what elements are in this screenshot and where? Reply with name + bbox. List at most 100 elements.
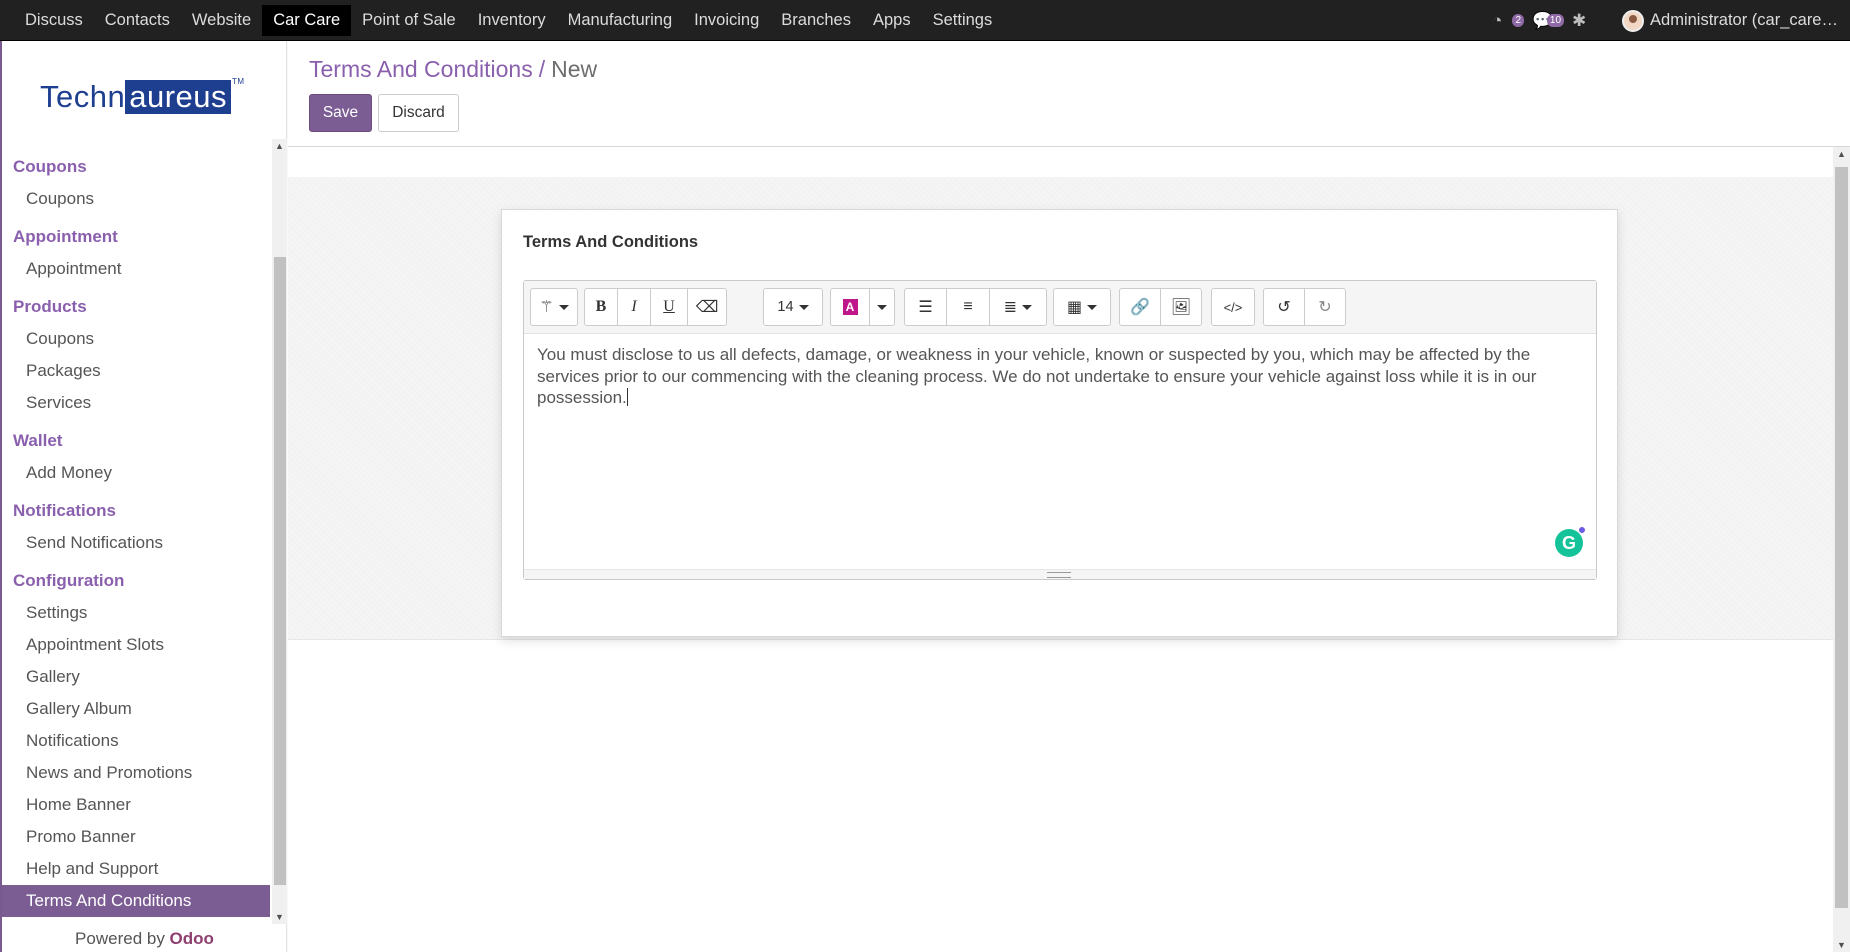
sidebar-item-appointment[interactable]: Appointment [2,253,270,285]
discard-button[interactable]: Discard [378,94,459,132]
sidebar-item-services[interactable]: Services [2,387,270,419]
nav-item-branches[interactable]: Branches [770,5,862,36]
field-label-terms: Terms And Conditions [523,233,699,251]
main-scrollbar[interactable]: ▲ ▼ [1833,147,1850,952]
underline-button[interactable]: U [650,288,688,326]
color-group: A [830,288,895,326]
sidebar-item-packages[interactable]: Packages [2,355,270,387]
insert-link-button[interactable]: 🔗 [1119,288,1161,326]
activity-icon[interactable]: ◔ 2 [1492,10,1525,32]
sidebar-item-coupons[interactable]: Coupons [2,183,270,215]
sidebar-item-gallery-album[interactable]: Gallery Album [2,693,270,725]
sidebar-item-home-banner[interactable]: Home Banner [2,789,270,821]
code-group: </> [1211,288,1255,326]
code-icon: </> [1223,299,1243,315]
sidebar-item-settings[interactable]: Settings [2,597,270,629]
activity-count-badge: 2 [1512,13,1525,27]
main-scroll-thumb[interactable] [1835,167,1848,908]
font-size-group: 14 [763,288,823,326]
editor-content[interactable]: You must disclose to us all defects, dam… [537,344,1583,409]
sidebar-item-notifications[interactable]: Notifications [2,725,270,757]
nav-item-contacts[interactable]: Contacts [94,5,181,36]
nav-item-discuss[interactable]: Discuss [14,5,94,36]
sidebar-item-news-and-promotions[interactable]: News and Promotions [2,757,270,789]
scroll-up-arrow-icon[interactable]: ▲ [1837,149,1846,159]
menu-section-notifications[interactable]: Notifications [2,495,270,527]
sidebar-item-help-and-support[interactable]: Help and Support [2,853,270,885]
bold-button[interactable]: B [584,288,618,326]
sidebar-item-gallery[interactable]: Gallery [2,661,270,693]
menu-section-wallet[interactable]: Wallet [2,425,270,457]
debug-bug-icon[interactable]: ✱ [1572,10,1598,32]
italic-button[interactable]: I [617,288,651,326]
company-logo[interactable]: Techn aureus TM [40,77,245,117]
form-view: Terms And Conditions ⚚ B I U ⌫ 14 A ☰ ≡ … [288,147,1833,952]
sidebar-item-coupons[interactable]: Coupons [2,323,270,355]
terms-body-text: You must disclose to us all defects, dam… [537,345,1537,407]
menu-section-products[interactable]: Products [2,291,270,323]
powered-by: Powered by Odoo [75,929,214,948]
nav-item-apps[interactable]: Apps [862,5,922,36]
messages-icon[interactable]: 💬 10 [1532,10,1565,32]
systray: ◔ 2 💬 10 ✱ Administrator (car_care… [1478,0,1850,41]
sidebar-scrollbar[interactable]: ▲ ▼ [272,139,287,924]
scroll-up-arrow-icon[interactable]: ▲ [275,141,284,151]
menu-section-coupons[interactable]: Coupons [2,151,270,183]
font-size-dropdown[interactable]: 14 [763,288,823,326]
nav-item-settings[interactable]: Settings [922,5,1004,36]
nav-item-website[interactable]: Website [181,5,262,36]
unordered-list-button[interactable]: ☰ [904,288,947,326]
breadcrumb: Terms And Conditions / New [309,56,597,83]
image-icon: 🖼 [1170,299,1192,316]
nav-item-car-care[interactable]: Car Care [262,4,352,36]
sidebar-item-promo-banner[interactable]: Promo Banner [2,821,270,853]
color-dropdown-toggle[interactable] [869,288,895,326]
scroll-down-arrow-icon[interactable]: ▼ [275,912,284,922]
text-color-icon: A [842,299,858,315]
form-sheet: Terms And Conditions ⚚ B I U ⌫ 14 A ☰ ≡ … [501,209,1618,637]
html-editor: ⚚ B I U ⌫ 14 A ☰ ≡ ≣ ▦ 🔗 🖼 </> ↺ ↻ You m… [523,280,1597,580]
sidebar-item-terms-and-conditions[interactable]: Terms And Conditions [2,885,270,917]
sidebar-item-appointment-slots[interactable]: Appointment Slots [2,629,270,661]
sidebar-item-add-money[interactable]: Add Money [2,457,270,489]
style-group: ⚚ [530,288,578,326]
code-view-button[interactable]: </> [1211,288,1255,326]
nav-item-invoicing[interactable]: Invoicing [683,5,770,36]
sidebar-item-send-notifications[interactable]: Send Notifications [2,527,270,559]
undo-button[interactable]: ↺ [1263,288,1305,326]
redo-button[interactable]: ↻ [1304,288,1346,326]
insert-group: 🔗 🖼 [1119,288,1202,326]
clear-format-button[interactable]: ⌫ [687,288,727,326]
menu-section-configuration[interactable]: Configuration [2,565,270,597]
style-magic-wand-button[interactable]: ⚚ [530,288,578,326]
menu-section-appointment[interactable]: Appointment [2,221,270,253]
message-count-badge: 10 [1546,13,1565,27]
text-cursor [626,388,628,406]
insert-table-dropdown[interactable]: ▦ [1053,288,1111,326]
eraser-icon: ⌫ [695,299,719,316]
odoo-link[interactable]: Odoo [170,929,214,948]
editor-resize-handle[interactable] [524,569,1596,579]
save-button[interactable]: Save [309,94,372,132]
grammarly-icon[interactable]: G [1555,526,1586,557]
bullet-list-icon: ☰ [918,299,933,316]
undo-icon: ↺ [1277,299,1291,316]
nav-item-point-of-sale[interactable]: Point of Sale [351,5,467,36]
history-group: ↺ ↻ [1263,288,1346,326]
link-icon: 🔗 [1130,299,1150,316]
sidebar-scroll-thumb[interactable] [274,257,286,885]
breadcrumb-parent-link[interactable]: Terms And Conditions [309,56,533,82]
user-menu[interactable]: Administrator (car_care… [1650,11,1838,30]
insert-image-button[interactable]: 🖼 [1160,288,1202,326]
nav-item-inventory[interactable]: Inventory [467,5,557,36]
scroll-down-arrow-icon[interactable]: ▼ [1837,940,1846,950]
text-color-button[interactable]: A [830,288,870,326]
paragraph-align-dropdown[interactable]: ≣ [989,288,1047,326]
numbered-list-icon: ≡ [963,298,973,315]
user-avatar[interactable] [1622,9,1645,32]
app-menu: Discuss Contacts Website Car Care Point of S… [0,0,1003,40]
breadcrumb-separator: / [538,56,546,82]
control-panel: Terms And Conditions / New Save Discard [288,41,1850,147]
ordered-list-button[interactable]: ≡ [946,288,990,326]
nav-item-manufacturing[interactable]: Manufacturing [557,5,684,36]
